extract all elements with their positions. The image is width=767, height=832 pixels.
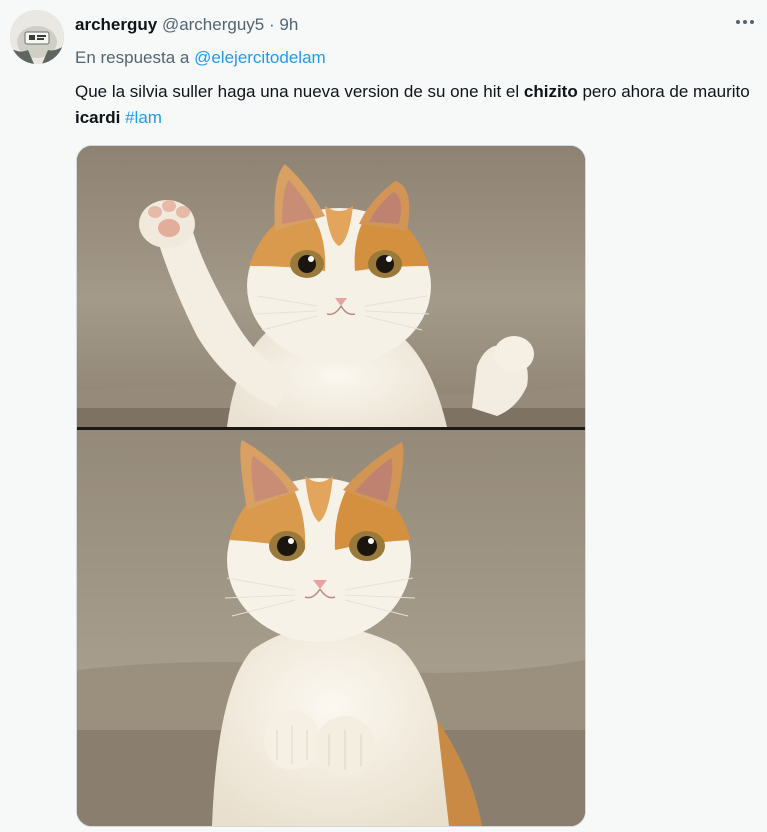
header-separator: · [268, 15, 275, 34]
tweet-text: Que la silvia suller haga una nueva vers… [75, 79, 755, 131]
user-handle[interactable]: @archerguy5 [162, 15, 264, 34]
tweet-text-part1: Que la silvia suller haga una nueva vers… [75, 82, 524, 101]
cat-waving-image [77, 146, 585, 427]
tweet-text-bold-chizito: chizito [523, 82, 578, 101]
tweet-text-part2: pero ahora de maurito [577, 82, 750, 101]
avatar[interactable] [10, 10, 64, 64]
reply-context: En respuesta a @elejercitodelam [75, 46, 326, 70]
cat-paws-together-image [77, 430, 585, 826]
media-container [76, 145, 586, 827]
tweet-header: archerguy @archerguy5 · 9h [75, 13, 298, 37]
tweet-text-bold-icardi: icardi [75, 108, 121, 127]
hashtag-link[interactable]: #lam [125, 108, 162, 127]
tweet-photo-2[interactable] [77, 430, 585, 826]
tweet-timestamp[interactable]: 9h [279, 15, 298, 34]
display-name[interactable]: archerguy [75, 15, 157, 34]
reply-mention-link[interactable]: @elejercitodelam [194, 48, 326, 67]
more-horizontal-icon [736, 20, 754, 24]
more-options-button[interactable] [733, 12, 757, 32]
tweet: archerguy @archerguy5 · 9h En respuesta … [0, 0, 767, 832]
avatar-image [10, 10, 64, 64]
reply-prefix: En respuesta a [75, 48, 190, 67]
tweet-photo-1[interactable] [77, 146, 585, 427]
